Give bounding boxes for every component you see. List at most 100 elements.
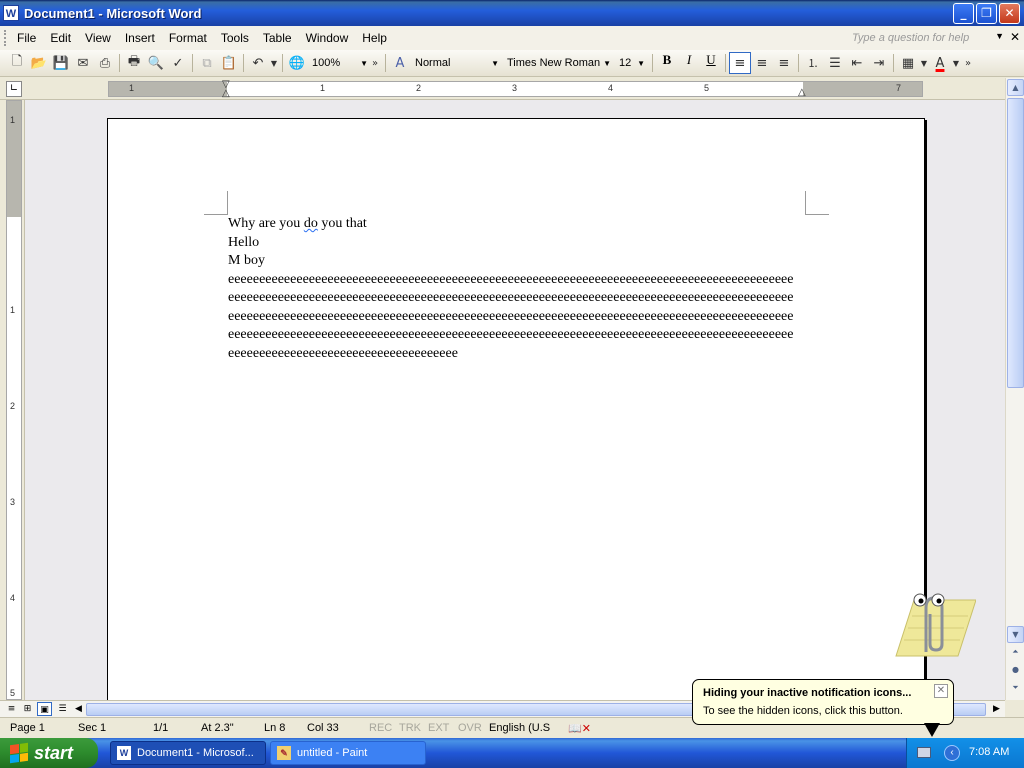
undo-icon[interactable]: ↶ <box>247 52 269 74</box>
menu-file[interactable]: File <box>10 31 43 45</box>
balloon-close-icon[interactable]: ✕ <box>934 684 948 698</box>
web-layout-icon[interactable]: ⊞ <box>20 702 35 716</box>
document-close-icon[interactable]: ✕ <box>1010 30 1020 44</box>
help-search-input[interactable]: Type a question for help <box>848 29 998 47</box>
align-left-icon[interactable]: ≡ <box>729 52 751 74</box>
normal-view-icon[interactable]: ≡ <box>4 702 19 716</box>
text-line[interactable]: M boy <box>228 252 793 271</box>
document-area[interactable]: Why are you do you that Hello M boy eeeeeee… <box>24 100 1005 700</box>
menu-table[interactable]: Table <box>256 31 299 45</box>
underline-button[interactable]: U <box>700 52 722 74</box>
copy-icon[interactable]: ⧉ <box>196 52 218 74</box>
word-app-icon[interactable]: W <box>3 5 19 21</box>
menu-insert[interactable]: Insert <box>118 31 162 45</box>
undo-dropdown-icon[interactable]: ▼ <box>269 52 279 74</box>
scroll-up-icon[interactable]: ▲ <box>1007 79 1024 96</box>
grammar-squiggle[interactable]: do <box>304 216 318 231</box>
numbering-icon[interactable]: ⒈ <box>802 52 824 74</box>
text-line[interactable]: eeeeeeeeeeeeeeeeeeeeeeeeeeeeeeeeeeeee <box>228 345 793 364</box>
zoom-select[interactable]: 100% ▼ <box>308 53 368 73</box>
toolbar-options-icon[interactable]: » <box>368 52 382 74</box>
previous-page-icon[interactable]: ⏶ <box>1007 644 1024 661</box>
increase-indent-icon[interactable]: ⇥ <box>868 52 890 74</box>
bullets-icon[interactable]: ☰ <box>824 52 846 74</box>
borders-dropdown-icon[interactable]: ▼ <box>919 52 929 74</box>
save-icon[interactable]: 💾 <box>50 52 72 74</box>
status-ext[interactable]: EXT <box>428 722 449 734</box>
style-select[interactable]: Normal ▼ <box>411 53 503 73</box>
toolbar-separator <box>798 54 799 72</box>
minimize-button[interactable]: _ <box>953 3 974 24</box>
font-color-icon[interactable]: A <box>929 52 951 74</box>
align-right-icon[interactable]: ≡ <box>773 52 795 74</box>
paint-icon: ✎ <box>277 746 291 760</box>
print-layout-icon[interactable]: ▣ <box>37 702 52 716</box>
borders-icon[interactable]: ▦ <box>897 52 919 74</box>
status-page: Page 1 <box>10 722 45 734</box>
new-document-icon[interactable]: 🗋 <box>6 52 28 74</box>
taskbar-item-word[interactable]: W Document1 - Microsof... <box>110 741 266 765</box>
vertical-scrollbar[interactable]: ▲ ▼ ⏶ ● ⏷ <box>1005 78 1024 700</box>
vertical-ruler[interactable]: 1 1 2 3 4 5 <box>6 100 22 700</box>
hanging-indent-icon[interactable]: △ <box>222 88 230 99</box>
text-line[interactable]: eeeeeeeeeeeeeeeeeeeeeeeeeeeeeeeeeeeeeeee… <box>228 271 793 290</box>
menu-window[interactable]: Window <box>299 31 356 45</box>
text-line[interactable]: Why are you do you that <box>228 215 793 234</box>
next-page-icon[interactable]: ⏷ <box>1007 680 1024 697</box>
align-center-icon[interactable]: ≡ <box>751 52 773 74</box>
scroll-right-icon[interactable]: ▶ <box>989 702 1004 716</box>
toolbar-options-icon[interactable]: » <box>961 52 975 74</box>
notification-balloon[interactable]: Hiding your inactive notification icons.… <box>692 679 954 725</box>
styles-icon[interactable]: A <box>389 52 411 74</box>
toolbar-separator <box>119 54 120 72</box>
help-dropdown-icon[interactable]: ▼ <box>995 31 1004 41</box>
office-assistant-clippy-icon[interactable] <box>884 586 976 664</box>
right-indent-icon[interactable]: △ <box>798 87 806 98</box>
keyboard-icon[interactable] <box>917 747 931 758</box>
document-body[interactable]: Why are you do you that Hello M boy eeeeeee… <box>228 215 793 363</box>
toolbar-separator <box>282 54 283 72</box>
menu-help[interactable]: Help <box>355 31 394 45</box>
paste-icon[interactable]: 📋 <box>218 52 240 74</box>
close-button[interactable]: ✕ <box>999 3 1020 24</box>
text-line[interactable]: eeeeeeeeeeeeeeeeeeeeeeeeeeeeeeeeeeeeeeee… <box>228 289 793 308</box>
menu-edit[interactable]: Edit <box>43 31 78 45</box>
permission-icon[interactable]: ✉ <box>72 52 94 74</box>
menu-format[interactable]: Format <box>162 31 214 45</box>
vertical-scroll-thumb[interactable] <box>1007 98 1024 388</box>
select-browse-object-icon[interactable]: ● <box>1007 662 1024 679</box>
horizontal-ruler[interactable]: 1 1 2 3 4 5 7 ▽ △ △ <box>108 79 923 99</box>
preview-icon[interactable]: 🔍 <box>145 52 167 74</box>
font-size-select[interactable]: 12 ▼ <box>615 53 649 73</box>
scroll-down-icon[interactable]: ▼ <box>1007 626 1024 643</box>
font-color-dropdown-icon[interactable]: ▼ <box>951 52 961 74</box>
print-preview-icon[interactable]: ⎙ <box>94 52 116 74</box>
scroll-left-icon[interactable]: ◀ <box>71 702 86 716</box>
bold-button[interactable]: B <box>656 52 678 74</box>
open-folder-icon[interactable]: 📂 <box>28 52 50 74</box>
text-line[interactable]: eeeeeeeeeeeeeeeeeeeeeeeeeeeeeeeeeeeeeeee… <box>228 308 793 327</box>
outline-view-icon[interactable]: ☰ <box>55 702 70 716</box>
status-pages: 1/1 <box>153 722 169 734</box>
start-button[interactable]: start <box>0 738 98 768</box>
decrease-indent-icon[interactable]: ⇤ <box>846 52 868 74</box>
italic-button[interactable]: I <box>678 52 700 74</box>
status-ovr[interactable]: OVR <box>458 722 482 734</box>
spelling-icon[interactable]: ✓ <box>167 52 189 74</box>
tab-selector-icon[interactable]: ∟ <box>6 81 22 97</box>
print-icon[interactable]: 🖶 <box>123 52 145 74</box>
hyperlink-globe-icon[interactable]: 🌐 <box>286 52 308 74</box>
restore-button[interactable]: ❐ <box>976 3 997 24</box>
show-hidden-icons-icon[interactable]: ‹ <box>944 745 960 761</box>
text-line[interactable]: Hello <box>228 234 793 253</box>
document-page[interactable]: Why are you do you that Hello M boy eeeeeee… <box>107 118 925 700</box>
clock[interactable]: 7:08 AM <box>969 746 1009 758</box>
status-trk[interactable]: TRK <box>399 722 421 734</box>
spelling-status-icon[interactable]: 📖✕ <box>568 722 591 735</box>
taskbar-item-paint[interactable]: ✎ untitled - Paint <box>270 741 426 765</box>
font-select[interactable]: Times New Roman ▼ <box>503 53 615 73</box>
text-line[interactable]: eeeeeeeeeeeeeeeeeeeeeeeeeeeeeeeeeeeeeeee… <box>228 326 793 345</box>
menu-view[interactable]: View <box>78 31 118 45</box>
menu-tools[interactable]: Tools <box>214 31 256 45</box>
status-rec[interactable]: REC <box>369 722 392 734</box>
